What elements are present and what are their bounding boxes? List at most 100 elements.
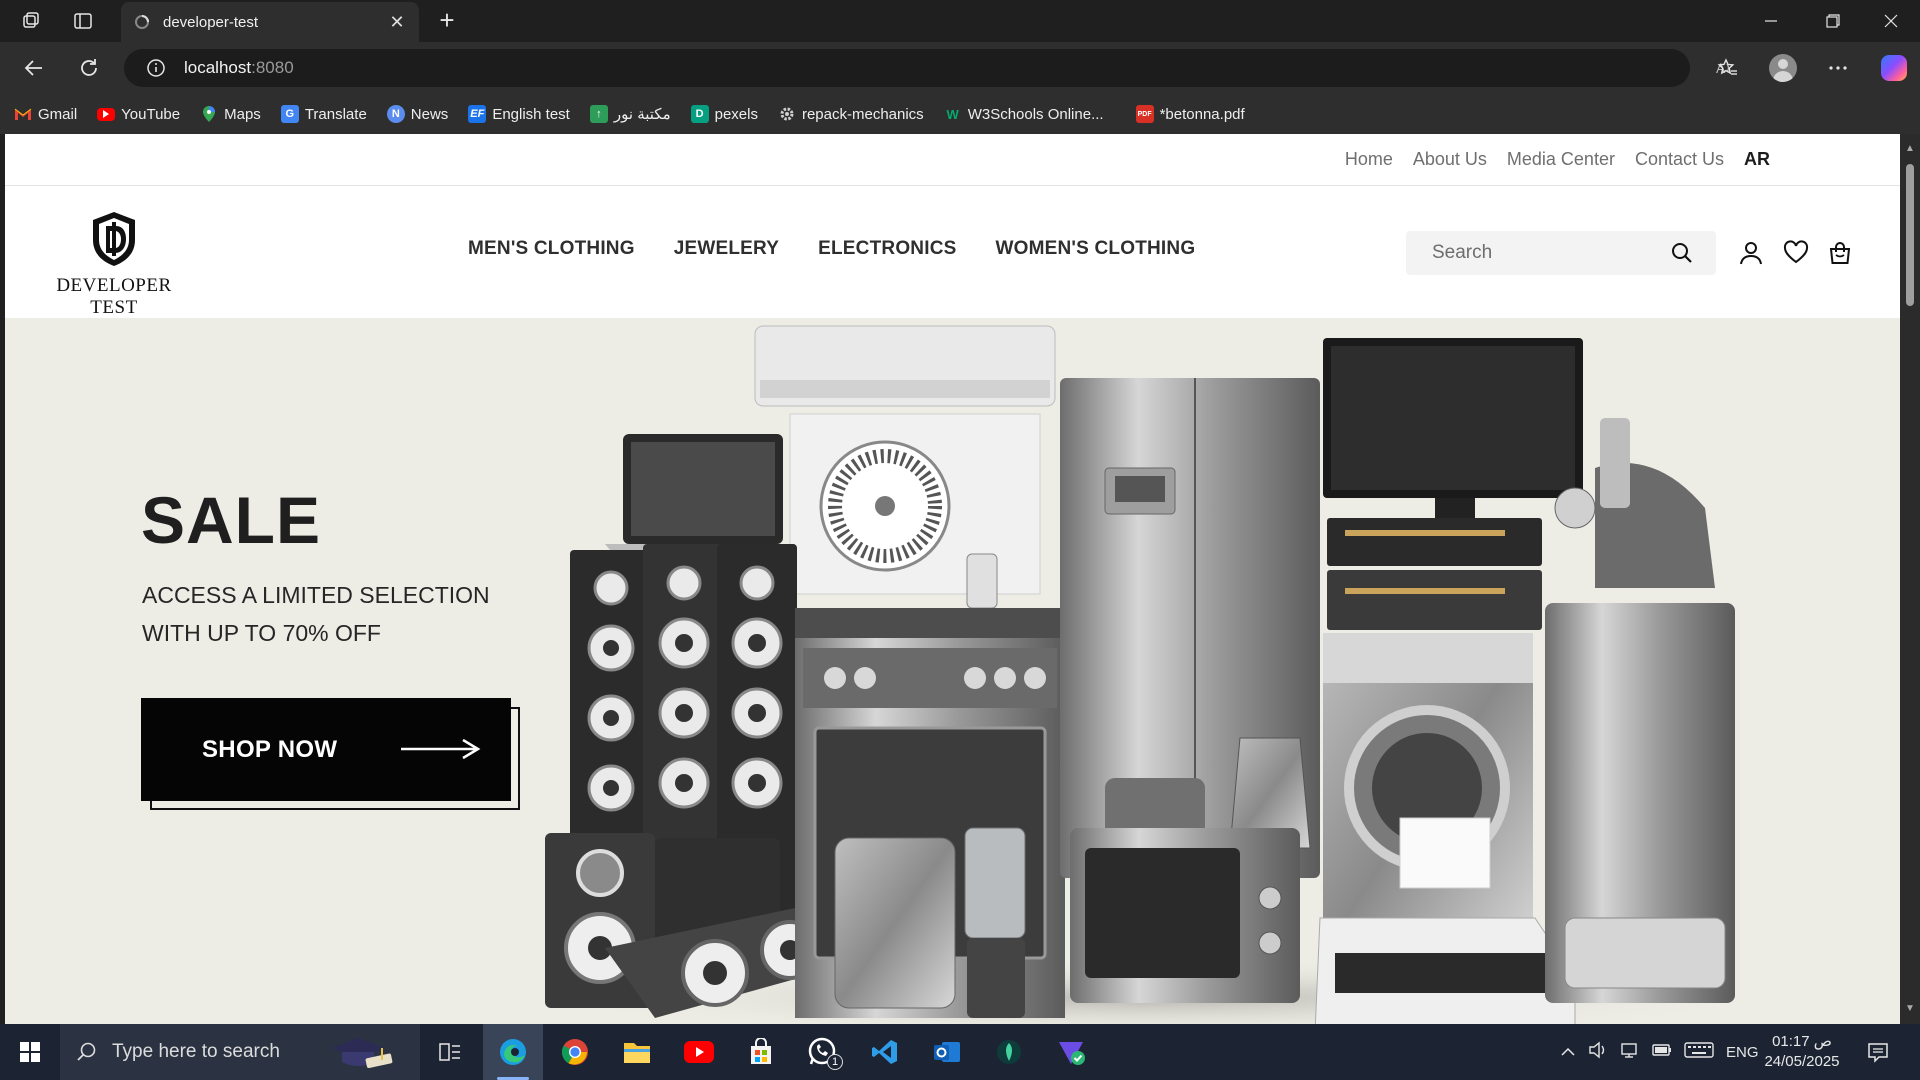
translate-icon: G (280, 105, 299, 123)
nav-mens-clothing[interactable]: MEN'S CLOTHING (468, 238, 635, 260)
windows-taskbar: Type here to search 1 ENG 01:17 ص 24/05/… (0, 1024, 1920, 1080)
edge-app-icon[interactable] (483, 1024, 543, 1080)
refresh-icon[interactable] (73, 52, 105, 84)
hero-title: SALE (141, 483, 322, 557)
pdf-icon: PDF (1135, 105, 1154, 123)
favorites-icon[interactable] (1712, 52, 1744, 84)
search-input[interactable] (1432, 242, 1652, 264)
taskbar-clock[interactable]: 01:17 ص 24/05/2025 (1760, 1032, 1844, 1072)
file-explorer-icon[interactable] (607, 1024, 667, 1080)
main-nav: MEN'S CLOTHING JEWELERY ELECTRONICS WOME… (468, 238, 1234, 260)
hero-appliances-image (535, 325, 1775, 1024)
site-logo[interactable]: DEVELOPER TEST (49, 210, 179, 319)
minimize-icon[interactable] (1748, 6, 1794, 36)
page-scrollbar[interactable]: ▲ ▼ (1900, 134, 1920, 1024)
bookmark-gmail[interactable]: Gmail (14, 105, 77, 123)
tab-actions-icon[interactable] (68, 7, 98, 35)
url-host: localhost (184, 58, 252, 77)
clock-time: 01:17 ص (1772, 1033, 1832, 1050)
vscode-app-icon[interactable] (855, 1024, 915, 1080)
url-port: :8080 (251, 58, 294, 77)
notifications-icon[interactable] (1848, 1024, 1908, 1080)
wishlist-heart-icon[interactable] (1783, 240, 1809, 266)
vpn-app-icon[interactable] (1041, 1024, 1101, 1080)
nav-electronics[interactable]: ELECTRONICS (818, 238, 956, 260)
search-icon[interactable] (1670, 241, 1694, 265)
restore-icon[interactable] (1810, 6, 1856, 36)
taskbar-search[interactable]: Type here to search (60, 1024, 420, 1080)
bookmarks-bar: Gmail YouTube Maps G Translate N News EF… (0, 94, 1920, 134)
w3schools-icon: W (946, 106, 959, 122)
battery-icon[interactable] (1652, 1043, 1672, 1061)
maps-icon (200, 105, 218, 123)
new-tab-button[interactable]: + (432, 6, 462, 36)
notification-badge: 1 (827, 1054, 843, 1070)
top-nav-contact[interactable]: Contact Us (1635, 149, 1724, 170)
chrome-app-icon[interactable] (545, 1024, 605, 1080)
whatsapp-app-icon[interactable]: 1 (793, 1024, 853, 1080)
outlook-app-icon[interactable] (917, 1024, 977, 1080)
brand-name: DEVELOPER TEST (56, 275, 172, 318)
shield-logo-icon (93, 212, 135, 266)
input-language[interactable]: ENG (1726, 1044, 1759, 1061)
close-tab-icon[interactable]: ✕ (387, 12, 407, 33)
bookmark-news[interactable]: N News (386, 105, 448, 123)
scroll-up-icon[interactable]: ▲ (1905, 144, 1915, 154)
shop-now-label: SHOP NOW (202, 735, 338, 763)
back-icon[interactable] (18, 52, 50, 84)
top-nav-media-center[interactable]: Media Center (1507, 149, 1615, 170)
bookmark-youtube[interactable]: YouTube (97, 106, 180, 123)
windows-start-icon[interactable] (0, 1024, 60, 1080)
bookmark-w3schools[interactable]: W W3Schools Online... (944, 105, 1104, 123)
scroll-down-icon[interactable]: ▼ (1905, 1004, 1915, 1014)
system-tray: ENG (1560, 1024, 1759, 1080)
more-options-icon[interactable] (1822, 52, 1854, 84)
active-tab[interactable]: developer-test ✕ (121, 2, 419, 42)
clock-date: 24/05/2025 (1764, 1053, 1840, 1070)
gear-icon (778, 105, 796, 123)
scrollbar-thumb[interactable] (1906, 164, 1914, 306)
site-header: DEVELOPER TEST MEN'S CLOTHING JEWELERY E… (5, 186, 1900, 318)
profile-avatar[interactable] (1767, 52, 1799, 84)
gmail-icon (14, 105, 32, 123)
shopping-bag-icon[interactable] (1827, 240, 1853, 266)
green-orb-app-icon[interactable] (979, 1024, 1039, 1080)
news-icon: N (386, 105, 405, 123)
user-account-icon[interactable] (1738, 240, 1764, 266)
top-nav-home[interactable]: Home (1345, 149, 1393, 170)
nav-jewelery[interactable]: JEWELERY (674, 238, 779, 260)
site-info-icon[interactable] (136, 49, 176, 87)
microsoft-store-icon[interactable] (731, 1024, 791, 1080)
top-nav: Home About Us Media Center Contact Us AR (5, 134, 1900, 186)
bookmark-betonna-pdf[interactable]: PDF *betonna.pdf (1135, 105, 1245, 123)
shop-now-button[interactable]: SHOP NOW (141, 698, 511, 801)
pexels-icon: D (690, 105, 709, 123)
bookmark-noor-library[interactable]: ↑ مكتبة نور (589, 105, 671, 123)
browser-toolbar: localhost:8080 A (0, 42, 1920, 94)
close-window-icon[interactable] (1868, 6, 1914, 36)
arrow-right-icon (401, 738, 481, 760)
tab-title: developer-test (163, 13, 259, 31)
language-switch[interactable]: AR (1744, 149, 1770, 170)
noor-icon: ↑ (589, 105, 608, 123)
nav-womens-clothing[interactable]: WOMEN'S CLOTHING (996, 238, 1196, 260)
page-viewport: Home About Us Media Center Contact Us AR… (5, 134, 1900, 1024)
youtube-app-icon[interactable] (669, 1024, 729, 1080)
address-bar[interactable]: localhost:8080 A (124, 49, 1790, 87)
search-icon (77, 1042, 96, 1061)
top-nav-about[interactable]: About Us (1413, 149, 1487, 170)
bookmark-translate[interactable]: G Translate (280, 105, 367, 123)
workspaces-icon[interactable] (16, 7, 46, 35)
bookmark-repack-mechanics[interactable]: repack-mechanics (778, 105, 924, 123)
volume-icon[interactable] (1588, 1041, 1608, 1063)
task-view-icon[interactable] (420, 1024, 480, 1080)
bookmark-maps[interactable]: Maps (200, 105, 261, 123)
chevron-up-icon[interactable] (1560, 1044, 1576, 1061)
ef-icon: EF (468, 105, 487, 123)
bookmark-pexels[interactable]: D pexels (690, 105, 758, 123)
network-icon[interactable] (1620, 1041, 1640, 1063)
copilot-icon[interactable] (1878, 52, 1910, 84)
bookmark-english-test[interactable]: EF English test (468, 105, 570, 123)
keyboard-icon[interactable] (1684, 1041, 1714, 1063)
taskbar-search-placeholder: Type here to search (112, 1041, 280, 1062)
